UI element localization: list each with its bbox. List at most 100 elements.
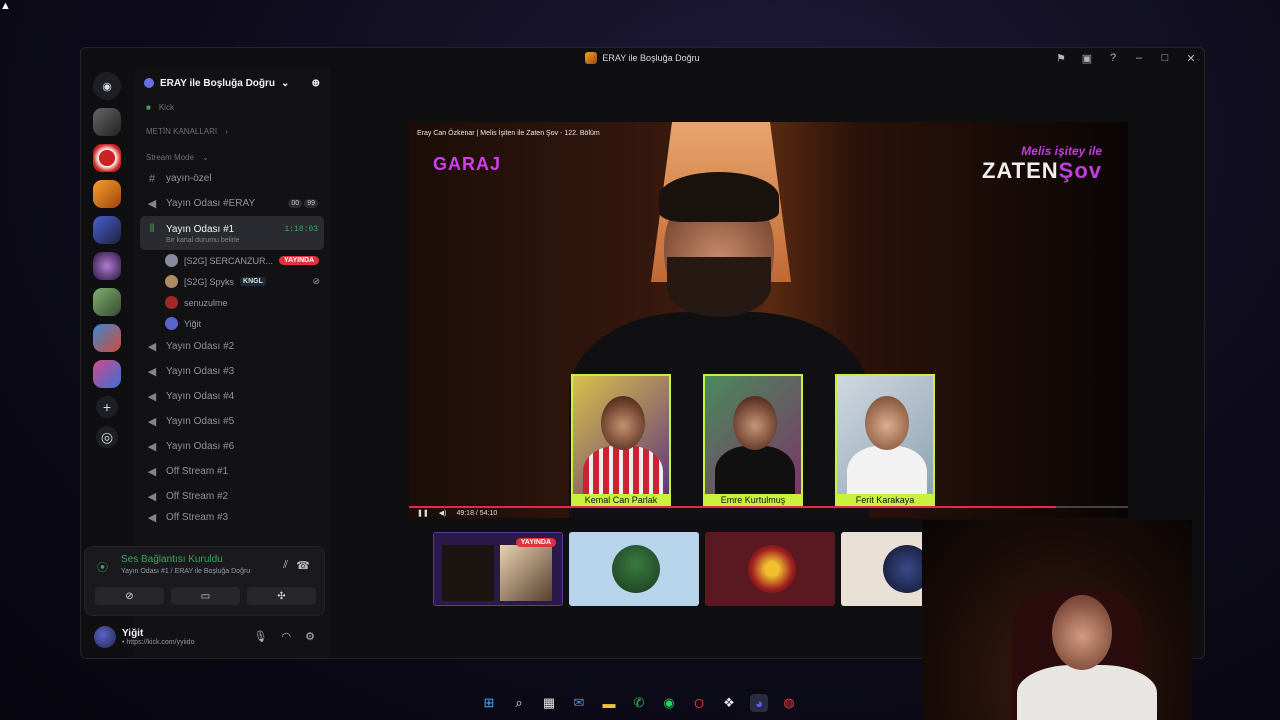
kick-link[interactable]: ■ Kick: [134, 98, 330, 116]
live-badge: YAYINDA: [515, 538, 556, 547]
flag-icon[interactable]: ⚑: [1054, 52, 1068, 65]
voice-channel[interactable]: ◀ Off Stream #2: [134, 484, 330, 509]
stream-caption: Eray Can Özkenar | Melis İşiten ile Zate…: [417, 130, 600, 137]
user-count: 00: [288, 199, 303, 208]
server-header[interactable]: ERAY ile Boşluğa Doğru ⌄ ⊕: [134, 68, 330, 98]
compass-icon[interactable]: ◎: [96, 426, 118, 448]
discord-icon[interactable]: ◕: [750, 694, 768, 712]
close-button[interactable]: ✕: [1184, 52, 1198, 65]
voice-channel[interactable]: ◀ Yayın Odası #ERAY 00 99: [134, 191, 330, 216]
voice-user[interactable]: senuzulme: [134, 292, 330, 313]
user-name: [S2G] Spyks: [184, 276, 235, 287]
voice-user[interactable]: [S2G] SERCANZUR... YAYINDA: [134, 250, 330, 271]
avatar[interactable]: [94, 625, 116, 648]
category-stream[interactable]: Stream Mode ⌄: [134, 148, 330, 166]
text-channel[interactable]: # yayın-özel: [134, 166, 330, 191]
noise-suppression-icon[interactable]: ⫽: [283, 559, 288, 572]
participant-tile[interactable]: [569, 532, 699, 606]
user-status: • https://kick.com/yyiido: [122, 638, 195, 646]
participant-tile[interactable]: [841, 532, 925, 606]
server-icon-6[interactable]: [93, 288, 121, 316]
clan-tag: KNGL: [240, 277, 266, 286]
help-icon[interactable]: ?: [1106, 52, 1120, 64]
screen-share-button[interactable]: ▭: [171, 587, 240, 605]
app-icon[interactable]: ❖: [720, 694, 738, 712]
store-icon[interactable]: ▦: [540, 694, 558, 712]
avatar: [165, 296, 178, 309]
voice-channel[interactable]: ◀ Off Stream #3: [134, 509, 330, 525]
maximize-button[interactable]: □: [1158, 52, 1172, 64]
video-time: 49:18 / 54:10: [456, 509, 498, 517]
voice-status[interactable]: Ses Bağlantısı Kuruldu: [121, 554, 223, 565]
pause-icon[interactable]: ❚❚: [417, 509, 429, 517]
voice-channel[interactable]: ◀ Yayın Odası #4: [134, 384, 330, 409]
stream-viewer[interactable]: Eray Can Özkenar | Melis İşiten ile Zate…: [409, 122, 1128, 518]
user-limit: 99: [304, 199, 318, 208]
window-title: ERAY ile Boşluğa Doğru: [602, 53, 700, 63]
discord-home-icon[interactable]: ◉: [93, 72, 121, 100]
server-icon-active[interactable]: [93, 180, 121, 208]
plus-icon[interactable]: +: [96, 396, 118, 418]
channel-label: yayın-özel: [166, 173, 212, 184]
server-icon-8[interactable]: [93, 360, 121, 388]
category-text[interactable]: METİN KANALLARI ›: [134, 122, 330, 140]
show-logo-main: ZATEN: [981, 158, 1059, 183]
show-logo-top: Melis işitey ile: [1021, 144, 1102, 158]
camera-off-button[interactable]: ⊘: [95, 587, 164, 605]
channel-status[interactable]: Bir kanal durumu belirle: [146, 237, 240, 244]
category-label: METİN KANALLARI: [146, 126, 218, 136]
server-folder-icon[interactable]: [93, 324, 121, 352]
avatar: [165, 317, 178, 330]
folder-icon[interactable]: ▬: [600, 694, 618, 712]
voice-channel-active[interactable]: ⫴ Yayın Odası #1 1:18:03 Bir kanal durum…: [140, 216, 324, 250]
server-icon-5[interactable]: [93, 252, 121, 280]
disconnect-icon[interactable]: ☎: [296, 559, 310, 572]
inbox-icon[interactable]: ▣: [1080, 52, 1094, 65]
activities-button[interactable]: ✣: [247, 587, 316, 605]
server-icon-2[interactable]: [93, 144, 121, 172]
speaker-icon: ◀: [147, 416, 157, 428]
speaker-icon: ◀: [147, 341, 157, 353]
whatsapp-icon[interactable]: ✆: [630, 694, 648, 712]
voice-channel[interactable]: ◀ Yayın Odası #3: [134, 359, 330, 384]
spotify-icon[interactable]: ◉: [660, 694, 678, 712]
avatar: [165, 275, 178, 288]
user-name[interactable]: Yiğit: [122, 628, 194, 639]
participant-tile-stream[interactable]: YAYINDA: [433, 532, 563, 606]
server-icon-1[interactable]: [93, 108, 121, 136]
voice-channel[interactable]: ◀ Yayın Odası #6: [134, 434, 330, 459]
app-icon[interactable]: ◍: [780, 694, 798, 712]
server-icon-4[interactable]: [93, 216, 121, 244]
channel-label: Off Stream #1: [166, 466, 229, 477]
video-progress-bar[interactable]: [409, 506, 1128, 508]
check-icon: ■: [146, 102, 151, 112]
speaker-icon: ◀: [147, 511, 157, 524]
microphone-icon[interactable]: 🎙︎: [254, 630, 268, 643]
voice-channel[interactable]: ◀ Yayın Odası #2: [134, 334, 330, 359]
voice-user[interactable]: Yiğit: [134, 313, 330, 334]
voice-user[interactable]: [S2G] Spyks KNGL ⊘: [134, 271, 330, 292]
speaker-icon: ◀: [147, 466, 157, 478]
titlebar: ERAY ile Boşluğa Doğru ⚑ ▣ ? – □ ✕: [81, 48, 1204, 68]
minimize-button[interactable]: –: [1132, 52, 1146, 64]
channel-label: Off Stream #3: [166, 511, 229, 523]
channel-label: Yayın Odası #4: [166, 391, 235, 402]
channel-label: Yayın Odası #2: [166, 341, 235, 352]
invite-icon[interactable]: ⊕: [312, 78, 320, 89]
guest-card: Kemal Can Parlak: [571, 374, 671, 508]
voice-channel[interactable]: ◀ Yayın Odası #5: [134, 409, 330, 434]
avatar: [612, 545, 660, 593]
search-icon[interactable]: ⌕: [510, 694, 528, 712]
guest-card: Emre Kurtulmuş: [703, 374, 803, 508]
speaker-icon: ◀: [147, 366, 157, 378]
voice-channel[interactable]: ◀ Off Stream #1: [134, 459, 330, 484]
headphones-icon[interactable]: ◠: [282, 630, 292, 643]
avatar: [883, 545, 925, 593]
participant-tile[interactable]: [705, 532, 835, 606]
opera-icon[interactable]: O: [690, 694, 708, 712]
volume-icon[interactable]: ◀): [439, 509, 447, 517]
channel-label: Yayın Odası #3: [166, 366, 235, 377]
windows-start-icon[interactable]: ⊞: [480, 694, 498, 712]
mail-icon[interactable]: ✉: [570, 694, 588, 712]
gear-icon[interactable]: ⚙: [305, 630, 315, 643]
